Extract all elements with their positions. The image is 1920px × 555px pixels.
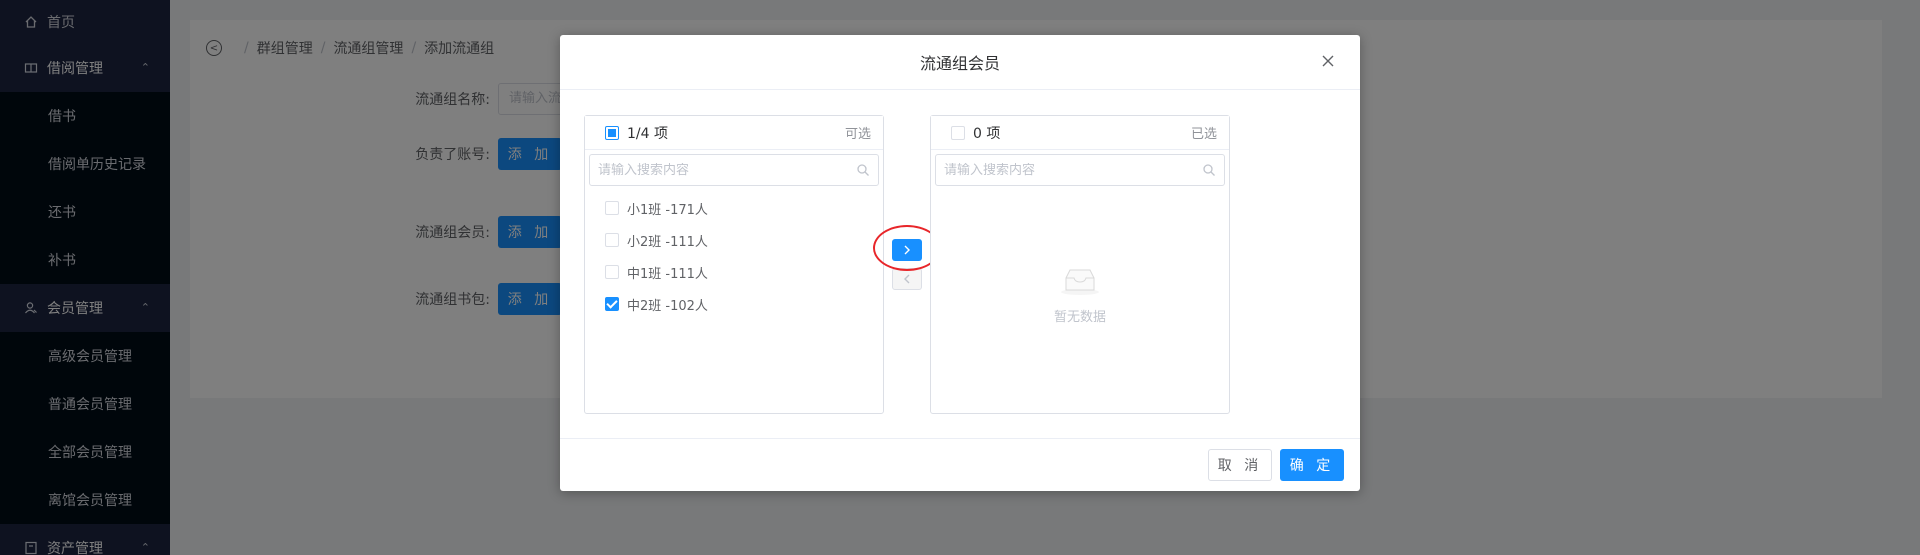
- transfer-target-panel: 0 项 已选 暂无数据: [930, 115, 1230, 414]
- list-item[interactable]: 小1班 -171人: [585, 192, 883, 224]
- members-dialog: 流通组会员 1/4 项 可选 小1班 -171人 小2班 -111人: [560, 35, 1360, 491]
- list-item[interactable]: 中1班 -111人: [585, 256, 883, 288]
- target-panel-header: 0 项 已选: [931, 116, 1229, 150]
- source-hint: 可选: [844, 127, 871, 142]
- source-select-all-checkbox[interactable]: [605, 125, 619, 140]
- search-icon: [856, 163, 870, 181]
- target-search: [935, 154, 1225, 186]
- source-search: [589, 154, 879, 186]
- item-label: 中2班 -102人: [627, 298, 708, 314]
- empty-box-icon: [1059, 266, 1101, 296]
- dialog-title: 流通组会员: [919, 54, 1000, 73]
- item-label: 小2班 -111人: [627, 234, 708, 250]
- transfer-source-panel: 1/4 项 可选 小1班 -171人 小2班 -111人 中1班 -111人: [584, 115, 884, 414]
- transfer-left-button[interactable]: [892, 268, 922, 290]
- dialog-header: 流通组会员: [560, 35, 1360, 90]
- source-list: 小1班 -171人 小2班 -111人 中1班 -111人 中2班 -102人: [585, 190, 883, 320]
- source-count: 1/4 项: [627, 125, 668, 142]
- cancel-button[interactable]: 取 消: [1208, 449, 1272, 481]
- confirm-button[interactable]: 确 定: [1280, 449, 1344, 481]
- item-checkbox[interactable]: [605, 265, 619, 279]
- source-panel-header: 1/4 项 可选: [585, 116, 883, 150]
- item-label: 小1班 -171人: [627, 202, 708, 218]
- item-label: 中1班 -111人: [627, 266, 708, 282]
- close-icon[interactable]: [1318, 51, 1338, 71]
- target-count: 0 项: [973, 125, 1001, 142]
- item-checkbox[interactable]: [605, 201, 619, 215]
- empty-text: 暂无数据: [1053, 310, 1106, 325]
- target-search-input[interactable]: [944, 162, 1174, 178]
- empty-state: 暂无数据: [931, 266, 1229, 325]
- item-checkbox[interactable]: [605, 297, 619, 311]
- list-item[interactable]: 小2班 -111人: [585, 224, 883, 256]
- target-select-all-checkbox[interactable]: [951, 125, 965, 140]
- search-icon: [1202, 163, 1216, 181]
- list-item[interactable]: 中2班 -102人: [585, 288, 883, 320]
- target-hint: 已选: [1190, 127, 1217, 142]
- item-checkbox[interactable]: [605, 233, 619, 247]
- dialog-footer: 取 消 确 定: [560, 438, 1360, 491]
- source-search-input[interactable]: [598, 162, 828, 178]
